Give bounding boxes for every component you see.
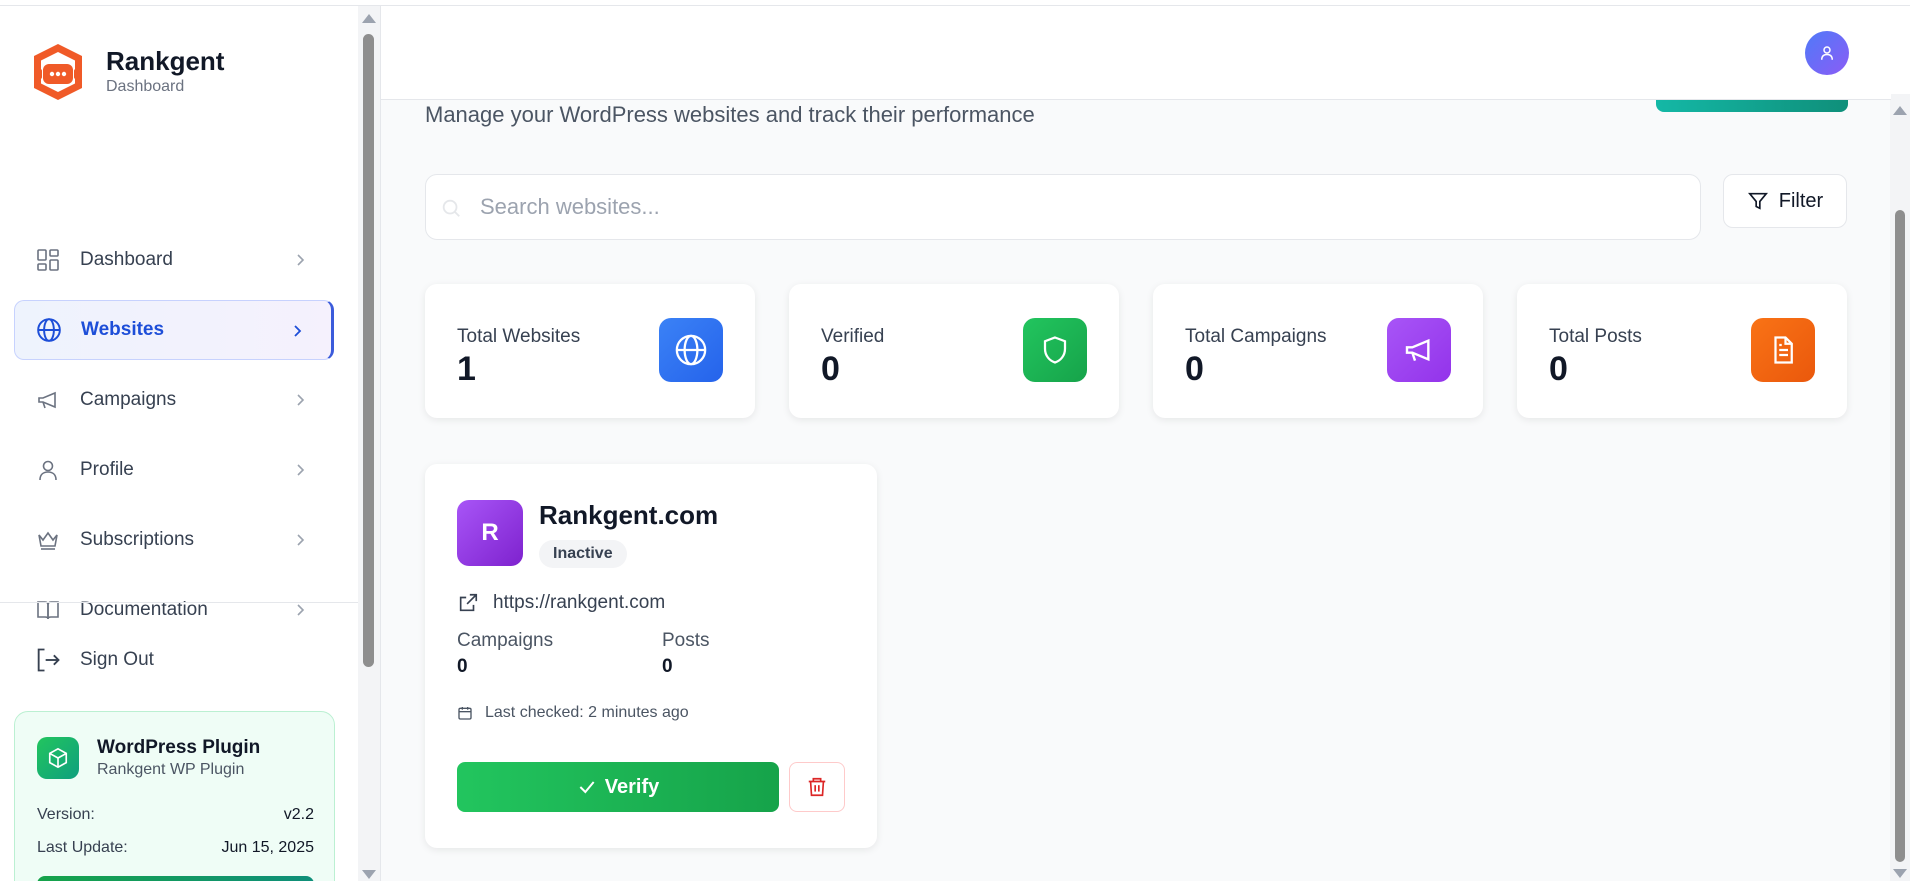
stat-label: Total Campaigns: [1185, 326, 1327, 347]
sidebar-item-dashboard[interactable]: Dashboard: [14, 230, 334, 290]
package-icon: [37, 737, 79, 779]
sidebar-item-profile[interactable]: Profile: [14, 440, 334, 500]
search-icon: [442, 199, 460, 217]
website-card: R Rankgent.com Inactive https://rankgent…: [425, 464, 877, 848]
external-link-icon: [459, 593, 478, 612]
sign-out-icon: [37, 648, 60, 672]
plugin-update-label: Last Update:: [37, 839, 128, 856]
chevron-right-icon: [297, 464, 305, 476]
plugin-title: WordPress Plugin: [97, 737, 261, 758]
last-checked-text: Last checked: 2 minutes ago: [485, 704, 689, 721]
filter-icon: [1747, 192, 1768, 210]
chevron-right-icon: [297, 534, 305, 546]
website-url-link[interactable]: https://rankgent.com: [457, 592, 665, 614]
sidebar-item-label: Profile: [80, 459, 134, 480]
check-icon: [579, 781, 595, 794]
main-scroll-down-icon[interactable]: [1893, 869, 1907, 878]
status-badge: Inactive: [539, 540, 627, 568]
sign-out-label: Sign Out: [80, 649, 154, 670]
grid-icon: [34, 246, 62, 274]
main-content: Manage your WordPress websites and track…: [380, 6, 1891, 881]
last-checked-row: Last checked: 2 minutes ago: [457, 704, 689, 722]
stat-value: 0: [1549, 350, 1568, 388]
brand[interactable]: Rankgent Dashboard: [28, 42, 224, 102]
sidebar: Rankgent Dashboard Dashboard Websites Ca…: [0, 6, 360, 881]
chevron-right-icon: [297, 394, 305, 406]
delete-button[interactable]: [789, 762, 845, 812]
campaigns-metric: Campaigns 0: [457, 630, 553, 678]
sidebar-nav: Dashboard Websites Campaigns Profile Sub…: [14, 230, 334, 650]
sidebar-item-documentation[interactable]: Documentation: [14, 580, 334, 640]
stat-label: Total Websites: [457, 326, 581, 347]
filter-button[interactable]: Filter: [1723, 174, 1847, 228]
book-icon: [34, 596, 62, 624]
shield-icon: [1023, 318, 1087, 382]
search-input[interactable]: [480, 175, 1680, 239]
sidebar-item-label: Subscriptions: [80, 529, 195, 550]
sidebar-item-subscriptions[interactable]: Subscriptions: [14, 510, 334, 570]
website-url: https://rankgent.com: [493, 592, 666, 613]
sidebar-item-label: Dashboard: [80, 249, 173, 270]
user-avatar-button[interactable]: [1805, 31, 1849, 75]
trash-icon: [808, 777, 826, 797]
stat-label: Verified: [821, 326, 885, 347]
megaphone-icon: [34, 386, 62, 414]
plugin-download-button[interactable]: [37, 876, 314, 881]
stat-card-verified: Verified 0: [789, 284, 1119, 418]
posts-label: Posts: [662, 630, 710, 651]
sidebar-item-websites[interactable]: Websites: [14, 300, 334, 360]
stat-card-total-websites: Total Websites 1: [425, 284, 755, 418]
chevron-right-icon: [297, 604, 305, 616]
verify-button[interactable]: Verify: [457, 762, 779, 812]
stat-label: Total Posts: [1549, 326, 1642, 347]
sign-out-button[interactable]: Sign Out: [34, 646, 154, 674]
campaigns-label: Campaigns: [457, 630, 554, 651]
stat-value: 0: [1185, 350, 1204, 388]
document-icon: [1751, 318, 1815, 382]
verify-label: Verify: [604, 775, 660, 798]
page-subtitle: Manage your WordPress websites and track…: [425, 102, 1035, 127]
robot-logo-icon: [34, 44, 82, 100]
website-avatar: R: [457, 500, 523, 566]
top-header: [381, 6, 1891, 100]
app-subtitle: Dashboard: [106, 78, 185, 95]
posts-value: 0: [662, 656, 673, 677]
plugin-update-row: Last Update: Jun 15, 2025: [37, 839, 314, 857]
chevron-right-icon: [294, 325, 302, 337]
user-icon: [34, 456, 62, 484]
sidebar-scrollbar-thumb[interactable]: [363, 34, 374, 667]
sidebar-scroll-up-icon[interactable]: [362, 14, 376, 23]
app-name: Rankgent: [106, 46, 225, 76]
website-name[interactable]: Rankgent.com: [539, 500, 718, 531]
sidebar-item-campaigns[interactable]: Campaigns: [14, 370, 334, 430]
main-scroll-up-icon[interactable]: [1893, 106, 1907, 115]
plugin-subtitle: Rankgent WP Plugin: [97, 761, 245, 778]
plugin-version-row: Version: v2.2: [37, 806, 314, 824]
sidebar-item-label: Campaigns: [80, 389, 177, 410]
stat-value: 1: [457, 350, 476, 388]
main-scrollbar-thumb[interactable]: [1895, 210, 1905, 862]
stat-value: 0: [821, 350, 840, 388]
filter-label: Filter: [1778, 189, 1824, 212]
user-icon: [1821, 46, 1833, 60]
globe-icon: [35, 316, 63, 344]
plugin-update-value: Jun 15, 2025: [221, 839, 314, 856]
campaigns-value: 0: [457, 656, 468, 677]
crown-icon: [34, 526, 62, 554]
sidebar-divider: [0, 602, 360, 603]
posts-metric: Posts 0: [662, 630, 710, 678]
calendar-icon: [458, 707, 472, 720]
globe-icon: [659, 318, 723, 382]
wordpress-plugin-card: WordPress Plugin Rankgent WP Plugin Vers…: [14, 711, 335, 881]
stat-card-total-posts: Total Posts 0: [1517, 284, 1847, 418]
plugin-version-value: v2.2: [283, 806, 314, 823]
megaphone-icon: [1387, 318, 1451, 382]
sidebar-item-label: Websites: [81, 319, 165, 340]
search-box: [425, 174, 1701, 240]
chevron-right-icon: [297, 254, 305, 266]
stat-card-total-campaigns: Total Campaigns 0: [1153, 284, 1483, 418]
sidebar-scroll-down-icon[interactable]: [362, 870, 376, 879]
plugin-version-label: Version:: [37, 806, 95, 823]
